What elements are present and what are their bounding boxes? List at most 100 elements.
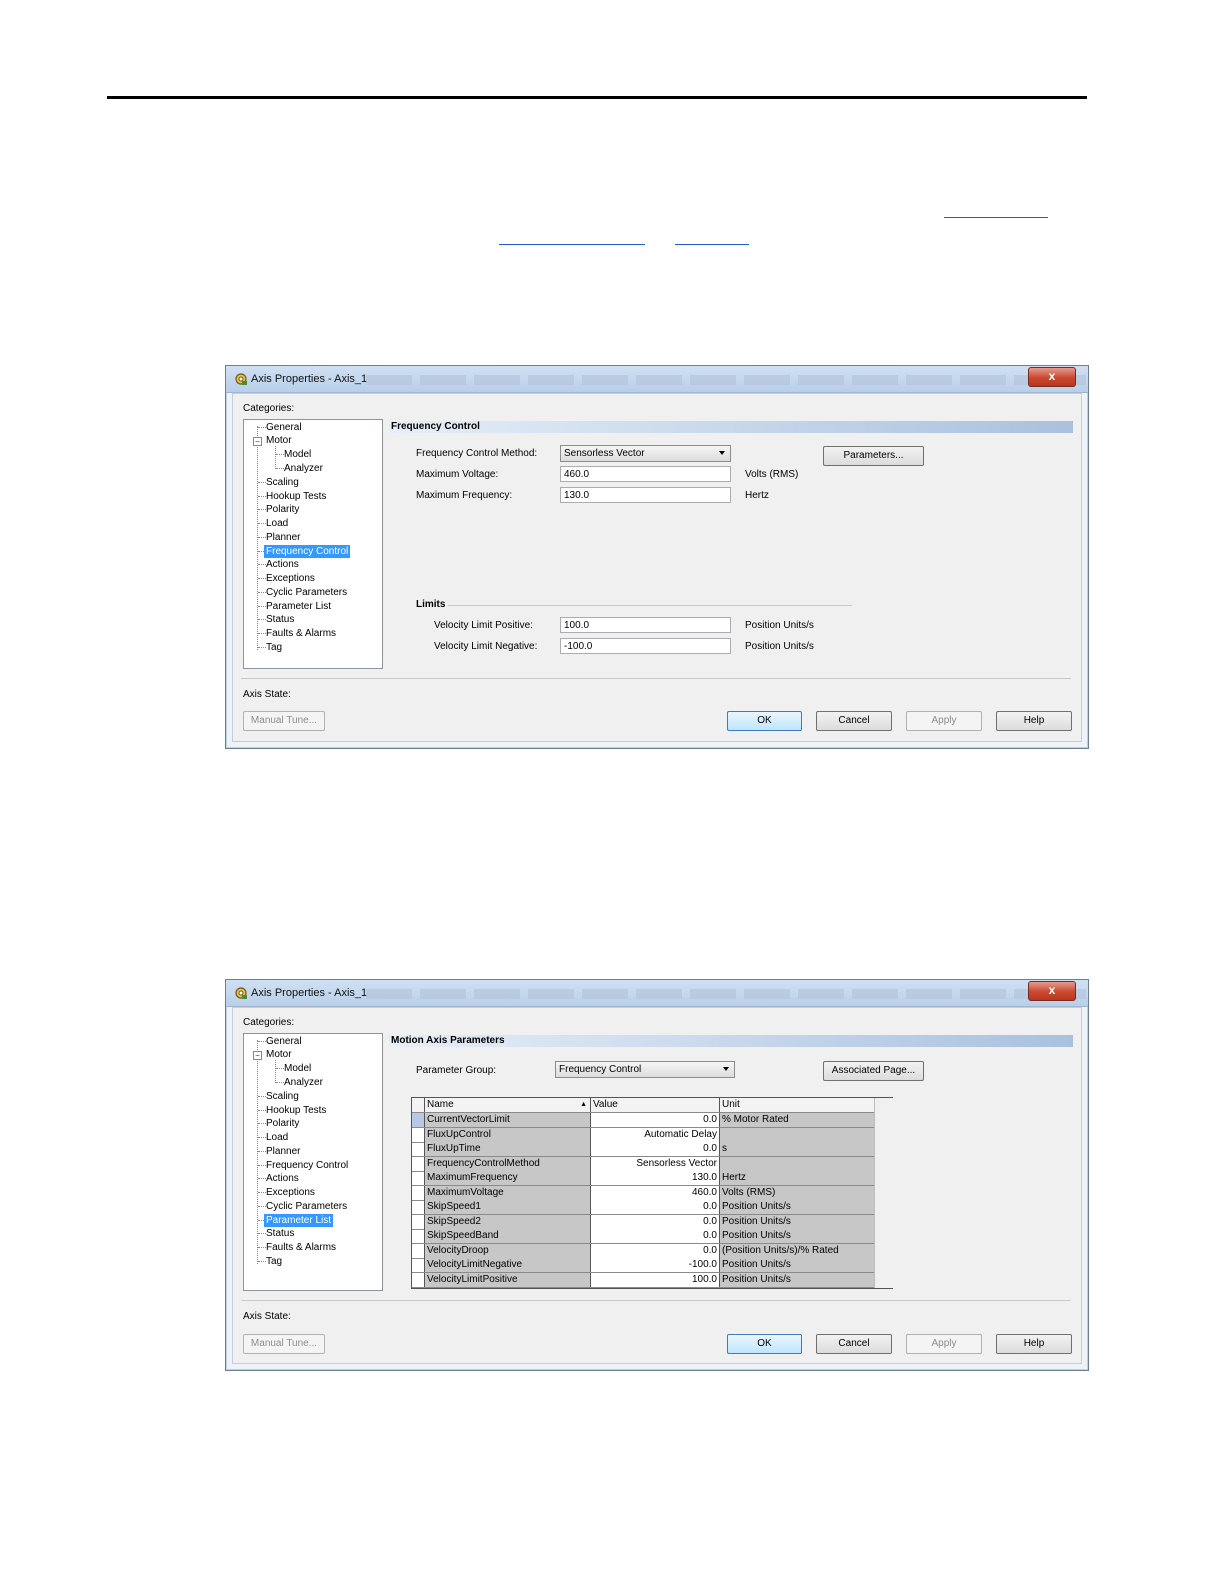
manual-tune-button[interactable]: Manual Tune... (243, 1334, 325, 1354)
row-selector[interactable] (412, 1185, 425, 1200)
tree-item-status[interactable]: Status (266, 1227, 294, 1240)
doc-link-underline-1[interactable] (944, 217, 1048, 218)
tree-item-general[interactable]: General (266, 1035, 302, 1048)
table-row[interactable]: SkipSpeedBand 0.0 Position Units/s (412, 1229, 874, 1244)
categories-tree[interactable]: − General Motor Model Analyzer Scaling H… (243, 419, 383, 669)
frequency-control-method-select[interactable]: Sensorless Vector (560, 445, 731, 462)
parameter-value-cell[interactable]: 0.0 (591, 1243, 720, 1258)
cancel-button[interactable]: Cancel (816, 711, 892, 731)
table-row[interactable]: CurrentVectorLimit 0.0% Motor Rated (412, 1113, 874, 1128)
help-button[interactable]: Help (996, 1334, 1072, 1354)
table-row[interactable]: MaximumFrequency 130.0 Hertz (412, 1171, 874, 1186)
row-selector[interactable] (412, 1272, 425, 1287)
title-bar[interactable]: Axis Properties - Axis_1 x (226, 980, 1088, 1007)
tree-item-faults-alarms[interactable]: Faults & Alarms (266, 627, 336, 640)
tree-item-model[interactable]: Model (284, 1062, 311, 1075)
tree-item-motor[interactable]: Motor (266, 434, 292, 447)
grid-scroll-area[interactable] (874, 1098, 893, 1288)
tree-item-exceptions[interactable]: Exceptions (266, 572, 315, 585)
table-row[interactable]: SkipSpeed2 0.0 Position Units/s (412, 1214, 874, 1230)
doc-link-underline-2[interactable] (499, 244, 645, 245)
title-bar[interactable]: Axis Properties - Axis_1 x (226, 366, 1088, 393)
tree-item-frequency-control[interactable]: Frequency Control (264, 545, 351, 558)
tree-item-parameter-list[interactable]: Parameter List (264, 1214, 334, 1227)
parameter-value-cell[interactable]: 0.0 (591, 1142, 720, 1156)
close-button[interactable]: x (1028, 981, 1076, 1001)
tree-item-load[interactable]: Load (266, 517, 288, 530)
velocity-limit-negative-input[interactable]: -100.0 (560, 638, 731, 654)
tree-item-actions[interactable]: Actions (266, 558, 299, 571)
tree-item-motor[interactable]: Motor (266, 1048, 292, 1061)
row-selector[interactable] (412, 1243, 425, 1258)
tree-item-cyclic-parameters[interactable]: Cyclic Parameters (266, 586, 347, 599)
table-row[interactable]: FluxUpControl Automatic Delay (412, 1127, 874, 1143)
tree-item-planner[interactable]: Planner (266, 1145, 300, 1158)
doc-link-underline-3[interactable] (675, 244, 749, 245)
parameters-grid[interactable]: Name ▲ Value Unit CurrentVectorLimit 0.0%… (411, 1097, 893, 1289)
tree-item-status[interactable]: Status (266, 613, 294, 626)
categories-tree[interactable]: − General Motor Model Analyzer Scaling H… (243, 1033, 383, 1291)
row-selector[interactable] (412, 1258, 425, 1272)
parameter-value-cell[interactable]: 130.0 (591, 1171, 720, 1185)
column-header-name[interactable]: Name ▲ (425, 1098, 591, 1112)
row-selector[interactable] (412, 1156, 425, 1171)
tree-item-tag[interactable]: Tag (266, 1255, 282, 1268)
collapse-motor-icon[interactable]: − (253, 437, 262, 446)
help-button[interactable]: Help (996, 711, 1072, 731)
tree-item-general[interactable]: General (266, 421, 302, 434)
parameter-value-cell[interactable]: Automatic Delay (591, 1127, 720, 1142)
apply-button[interactable]: Apply (906, 1334, 982, 1354)
collapse-motor-icon[interactable]: − (253, 1051, 262, 1060)
parameter-value-cell[interactable]: 0.0 (591, 1214, 720, 1229)
tree-item-scaling[interactable]: Scaling (266, 476, 299, 489)
parameter-value-cell[interactable]: -100.0 (591, 1258, 720, 1272)
parameters-button[interactable]: Parameters... (823, 446, 924, 466)
ok-button[interactable]: OK (727, 711, 802, 731)
close-button[interactable]: x (1028, 367, 1076, 387)
parameter-value-cell[interactable]: 0.0 (591, 1229, 720, 1243)
row-selector[interactable] (412, 1142, 425, 1156)
row-selector[interactable] (412, 1113, 425, 1127)
tree-item-polarity[interactable]: Polarity (266, 1117, 299, 1130)
parameter-value-cell[interactable]: 0.0 (591, 1200, 720, 1214)
manual-tune-button[interactable]: Manual Tune... (243, 711, 325, 731)
parameter-value-cell[interactable]: 0.0 (591, 1113, 720, 1127)
column-header-unit[interactable]: Unit (720, 1098, 874, 1112)
row-selector[interactable] (412, 1200, 425, 1214)
tree-item-actions[interactable]: Actions (266, 1172, 299, 1185)
tree-item-hookup-tests[interactable]: Hookup Tests (266, 1104, 326, 1117)
tree-item-faults-alarms[interactable]: Faults & Alarms (266, 1241, 336, 1254)
table-row[interactable]: SkipSpeed1 0.0 Position Units/s (412, 1200, 874, 1215)
tree-item-polarity[interactable]: Polarity (266, 503, 299, 516)
row-selector[interactable] (412, 1214, 425, 1229)
maximum-voltage-input[interactable]: 460.0 (560, 466, 731, 482)
tree-item-tag[interactable]: Tag (266, 641, 282, 654)
parameter-value-cell[interactable]: 100.0 (591, 1272, 720, 1287)
parameter-group-select[interactable]: Frequency Control (555, 1061, 735, 1078)
tree-item-load[interactable]: Load (266, 1131, 288, 1144)
maximum-frequency-input[interactable]: 130.0 (560, 487, 731, 503)
tree-item-cyclic-parameters[interactable]: Cyclic Parameters (266, 1200, 347, 1213)
tree-item-scaling[interactable]: Scaling (266, 1090, 299, 1103)
tree-item-parameter-list[interactable]: Parameter List (266, 600, 331, 613)
table-row[interactable]: MaximumVoltage 460.0 Volts (RMS) (412, 1185, 874, 1201)
table-row[interactable]: VelocityLimitPositive 100.0 Position Units… (412, 1272, 874, 1288)
tree-item-frequency-control[interactable]: Frequency Control (266, 1159, 348, 1172)
ok-button[interactable]: OK (727, 1334, 802, 1354)
tree-item-analyzer[interactable]: Analyzer (284, 1076, 323, 1089)
row-selector[interactable] (412, 1229, 425, 1243)
row-selector[interactable] (412, 1127, 425, 1142)
tree-item-exceptions[interactable]: Exceptions (266, 1186, 315, 1199)
row-selector[interactable] (412, 1171, 425, 1185)
table-row[interactable]: VelocityDroop 0.0 (Position Units/s)/% Rat… (412, 1243, 874, 1259)
apply-button[interactable]: Apply (906, 711, 982, 731)
cancel-button[interactable]: Cancel (816, 1334, 892, 1354)
table-row[interactable]: VelocityLimitNegative -100.0 Position Unit… (412, 1258, 874, 1273)
column-header-value[interactable]: Value (591, 1098, 720, 1112)
tree-item-analyzer[interactable]: Analyzer (284, 462, 323, 475)
parameter-value-cell[interactable]: Sensorless Vector (591, 1156, 720, 1171)
tree-item-hookup-tests[interactable]: Hookup Tests (266, 490, 326, 503)
associated-page-button[interactable]: Associated Page... (823, 1061, 924, 1081)
tree-item-planner[interactable]: Planner (266, 531, 300, 544)
parameter-value-cell[interactable]: 460.0 (591, 1185, 720, 1200)
